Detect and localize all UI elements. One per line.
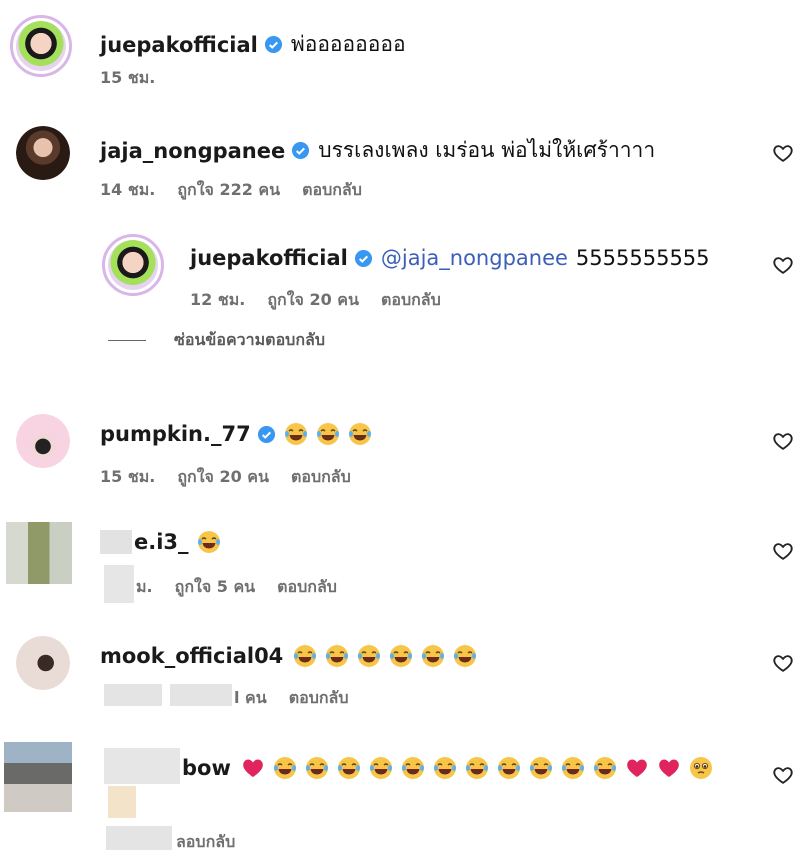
avatar[interactable] bbox=[4, 742, 72, 812]
avatar[interactable] bbox=[16, 636, 70, 690]
comment-time: 12 ชม. bbox=[190, 290, 246, 309]
divider bbox=[108, 340, 146, 341]
laughing-tears-emoji bbox=[369, 757, 392, 779]
avatar[interactable] bbox=[16, 414, 70, 468]
heart-outline-icon[interactable] bbox=[772, 652, 794, 674]
pixelated-meta bbox=[170, 684, 232, 706]
heart-outline-icon[interactable] bbox=[772, 540, 794, 562]
laughing-tears-emoji bbox=[433, 757, 456, 779]
comment-username[interactable]: juepakofficial bbox=[190, 246, 348, 270]
avatar[interactable] bbox=[6, 522, 72, 584]
pixelated-time bbox=[104, 565, 134, 603]
laughing-tears-emoji bbox=[273, 757, 296, 779]
laughing-tears-emoji bbox=[316, 423, 339, 445]
laughing-tears-emoji bbox=[529, 757, 552, 779]
heart-outline-icon[interactable] bbox=[772, 430, 794, 452]
pixelated-username bbox=[100, 530, 132, 554]
heart-outline-icon[interactable] bbox=[772, 254, 794, 276]
comment-username[interactable]: jaja_nongpanee bbox=[100, 139, 285, 163]
laughing-tears-emoji bbox=[358, 645, 381, 667]
laughing-tears-emoji bbox=[326, 645, 349, 667]
laughing-tears-emoji bbox=[593, 757, 616, 779]
reply-button[interactable]: ตอบกลับ bbox=[302, 178, 362, 203]
verified-badge-icon bbox=[354, 249, 372, 267]
like-count[interactable]: ถูกใจ 20 คน bbox=[267, 288, 359, 313]
comment-time: 14 ชม. bbox=[100, 180, 156, 199]
hide-replies-label: ซ่อนข้อความตอบกลับ bbox=[174, 330, 325, 349]
comment-text: 5555555555 bbox=[575, 246, 710, 270]
hide-replies-button[interactable]: ซ่อนข้อความตอบกลับ bbox=[108, 328, 325, 353]
comment-username[interactable]: mook_official04 bbox=[100, 644, 283, 668]
laughing-tears-emoji bbox=[422, 645, 445, 667]
like-count[interactable]: ถูกใจ 20 คน bbox=[177, 465, 269, 490]
comment-text: พ่ออออออออ bbox=[290, 32, 406, 56]
like-count[interactable]: l คน bbox=[234, 686, 267, 711]
like-count[interactable]: ถูกใจ 222 คน bbox=[177, 178, 280, 203]
comment-time: 15 ชม. bbox=[100, 68, 156, 87]
verified-badge-icon bbox=[257, 425, 275, 443]
reply-button[interactable]: ลอบกลับ bbox=[176, 830, 235, 855]
reply-button[interactable]: ตอบกลับ bbox=[381, 288, 441, 313]
pixelated-image bbox=[108, 786, 136, 818]
laughing-tears-emoji bbox=[561, 757, 584, 779]
comment-time: ม. bbox=[136, 577, 153, 596]
verified-badge-icon bbox=[264, 35, 282, 54]
red-heart-emoji bbox=[659, 759, 679, 777]
avatar[interactable] bbox=[102, 234, 164, 296]
laughing-tears-emoji bbox=[465, 757, 488, 779]
avatar[interactable] bbox=[10, 15, 72, 77]
pixelated-meta bbox=[104, 684, 162, 706]
verified-badge-icon bbox=[292, 141, 310, 160]
comment-username[interactable]: bow bbox=[182, 756, 231, 780]
laughing-tears-emoji bbox=[305, 757, 328, 779]
avatar[interactable] bbox=[16, 126, 70, 180]
pixelated-username bbox=[104, 748, 180, 784]
like-count[interactable]: ถูกใจ 5 คน bbox=[175, 575, 255, 600]
laughing-tears-emoji bbox=[348, 423, 371, 445]
laughing-tears-emoji bbox=[284, 423, 307, 445]
mention-link[interactable]: @jaja_nongpanee bbox=[381, 246, 568, 270]
pleading-face-emoji bbox=[689, 757, 712, 779]
heart-outline-icon[interactable] bbox=[772, 142, 794, 164]
red-heart-emoji bbox=[627, 759, 647, 777]
heart-outline-icon[interactable] bbox=[772, 764, 794, 786]
laughing-tears-emoji bbox=[390, 645, 413, 667]
pixelated-meta bbox=[106, 826, 172, 850]
comment-time: 15 ชม. bbox=[100, 467, 156, 486]
comment-text: บรรเลงเพลง เมร่อน พ่อไม่ให้เศร้าาาา bbox=[318, 138, 656, 162]
laughing-tears-emoji bbox=[497, 757, 520, 779]
comment-username[interactable]: e.i3_ bbox=[134, 530, 189, 554]
comment-username[interactable]: juepakofficial bbox=[100, 33, 258, 57]
reply-button[interactable]: ตอบกลับ bbox=[291, 465, 351, 490]
reply-button[interactable]: ตอบกลับ bbox=[277, 575, 337, 600]
comment-username[interactable]: pumpkin._77 bbox=[100, 422, 251, 446]
laughing-tears-emoji bbox=[401, 757, 424, 779]
laughing-tears-emoji bbox=[197, 531, 220, 553]
reply-button[interactable]: ตอบกลับ bbox=[289, 686, 349, 711]
laughing-tears-emoji bbox=[294, 645, 317, 667]
laughing-tears-emoji bbox=[454, 645, 477, 667]
red-heart-emoji bbox=[243, 759, 263, 777]
laughing-tears-emoji bbox=[337, 757, 360, 779]
